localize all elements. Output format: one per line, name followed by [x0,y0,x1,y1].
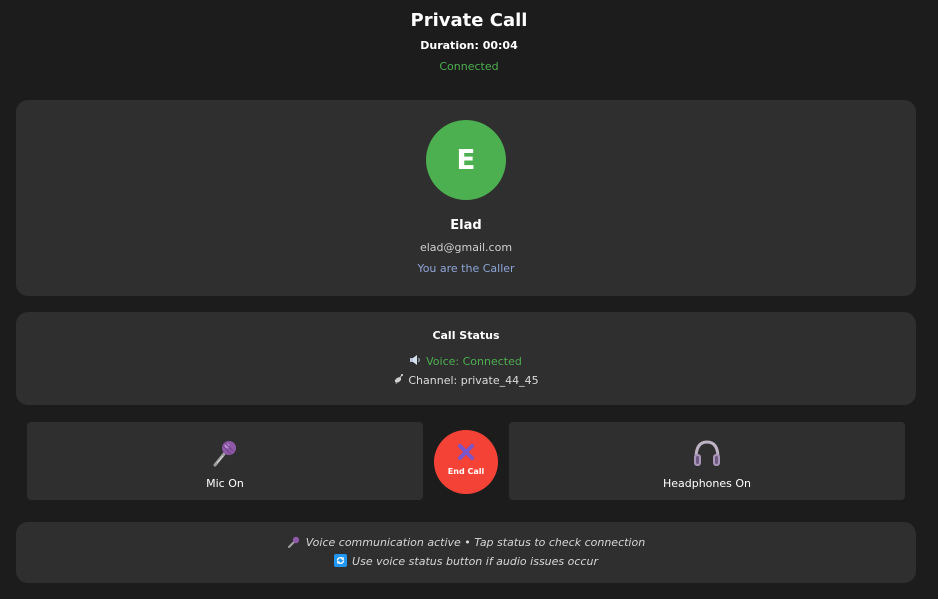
call-status-title: Call Status [432,329,500,342]
page-title: Private Call [410,10,528,31]
connection-status: Connected [439,60,499,73]
refresh-icon [334,554,348,572]
avatar: E [426,120,506,200]
caller-profile-card: E Elad elad@gmail.com You are the Caller [16,100,916,296]
end-call-button[interactable]: End Call [434,430,498,494]
tips-card: Voice communication active • Tap status … [16,522,916,583]
headphones-label: Headphones On [662,477,752,490]
channel-text: Channel: private_44_45 [408,374,539,387]
user-email: elad@gmail.com [419,241,513,254]
headphones-toggle-button[interactable]: Headphones On [509,422,905,500]
x-icon [457,443,475,461]
headphones-icon [691,438,723,468]
channel-info: Channel: private_44_45 [16,373,916,390]
tip-line-1: Voice communication active • Tap status … [305,536,646,549]
end-call-label: End Call [447,467,485,476]
tip-audio-issues: Use voice status button if audio issues … [16,554,916,572]
tip-voice-active: Voice communication active • Tap status … [16,535,916,553]
tip-line-2: Use voice status button if audio issues … [352,555,598,568]
mic-label: Mic On [206,477,244,490]
satellite-icon [393,373,404,390]
call-duration: Duration: 00:04 [420,39,518,52]
speaker-icon [410,355,422,371]
voice-status-text: Voice: Connected [426,355,522,368]
mic-toggle-button[interactable]: Mic On [27,422,423,500]
user-name: Elad [450,218,482,233]
user-role: You are the Caller [417,262,515,275]
private-call-screen: Private Call Duration: 00:04 Connected E… [0,0,938,599]
microphone-icon [287,536,301,553]
microphone-icon [209,438,241,468]
call-status-card[interactable]: Call Status Voice: Connected Channel: pr… [16,312,916,405]
voice-status[interactable]: Voice: Connected [16,354,916,371]
call-header: Private Call Duration: 00:04 Connected [0,8,938,75]
